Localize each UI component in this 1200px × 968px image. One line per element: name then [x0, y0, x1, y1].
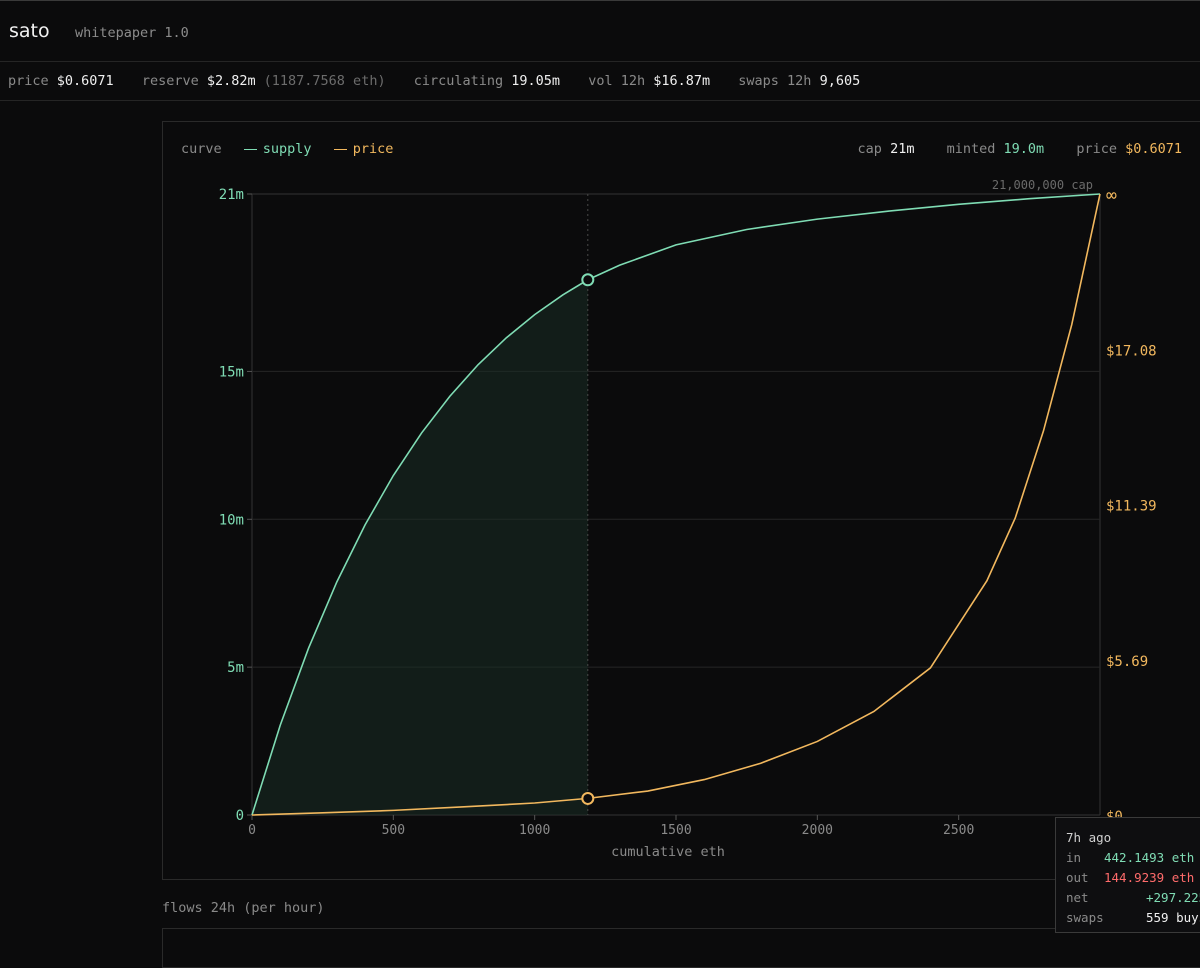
left-tick-label: 10m	[219, 512, 244, 528]
x-tick-label: 2500	[943, 823, 974, 838]
x-tick-label: 0	[248, 823, 256, 838]
left-tick-label: 21m	[219, 187, 244, 203]
x-tick-label: 1000	[519, 823, 550, 838]
right-tick-label: $5.69	[1106, 654, 1148, 670]
tooltip-swaps-value: 559 buys	[1146, 910, 1200, 925]
right-tick-label: $11.39	[1106, 499, 1157, 515]
flows-title: flows 24h (per hour)	[162, 900, 325, 916]
tooltip-swaps-label: swaps	[1066, 910, 1104, 925]
supply-current-marker	[581, 273, 595, 287]
x-axis-label: cumulative eth	[611, 844, 725, 860]
left-tick-label: 15m	[219, 364, 244, 380]
bonding-curve-chart[interactable]: 0 5m 10m 15m 21m 0 500 1000 1500 2000 2500 cumulati…	[0, 0, 1200, 960]
tooltip-out-label: out	[1066, 870, 1089, 885]
flow-tooltip: 7h ago in 442.1493 eth out 144.9239 eth ne…	[1055, 817, 1200, 933]
tooltip-in-value: 442.1493 eth	[1104, 850, 1195, 865]
x-tick-label: 1500	[660, 823, 691, 838]
flows-panel	[162, 928, 1200, 968]
left-tick-label: 5m	[227, 660, 244, 676]
supply-area-fill	[252, 279, 588, 815]
tooltip-net-label: net	[1066, 890, 1089, 905]
tooltip-net-value: +297.2254	[1146, 890, 1200, 905]
price-current-marker	[581, 791, 595, 805]
tooltip-out-value: 144.9239 eth	[1104, 870, 1195, 885]
tooltip-in-label: in	[1066, 850, 1082, 865]
left-tick-label: 0	[236, 808, 244, 824]
cap-annotation: 21,000,000 cap	[992, 178, 1093, 192]
x-tick-label: 2000	[802, 823, 833, 838]
tooltip-title: 7h ago	[1066, 830, 1112, 845]
right-tick-label: $17.08	[1106, 344, 1157, 360]
x-tick-label: 500	[382, 823, 405, 838]
right-axis-infinity: ∞	[1106, 185, 1117, 206]
